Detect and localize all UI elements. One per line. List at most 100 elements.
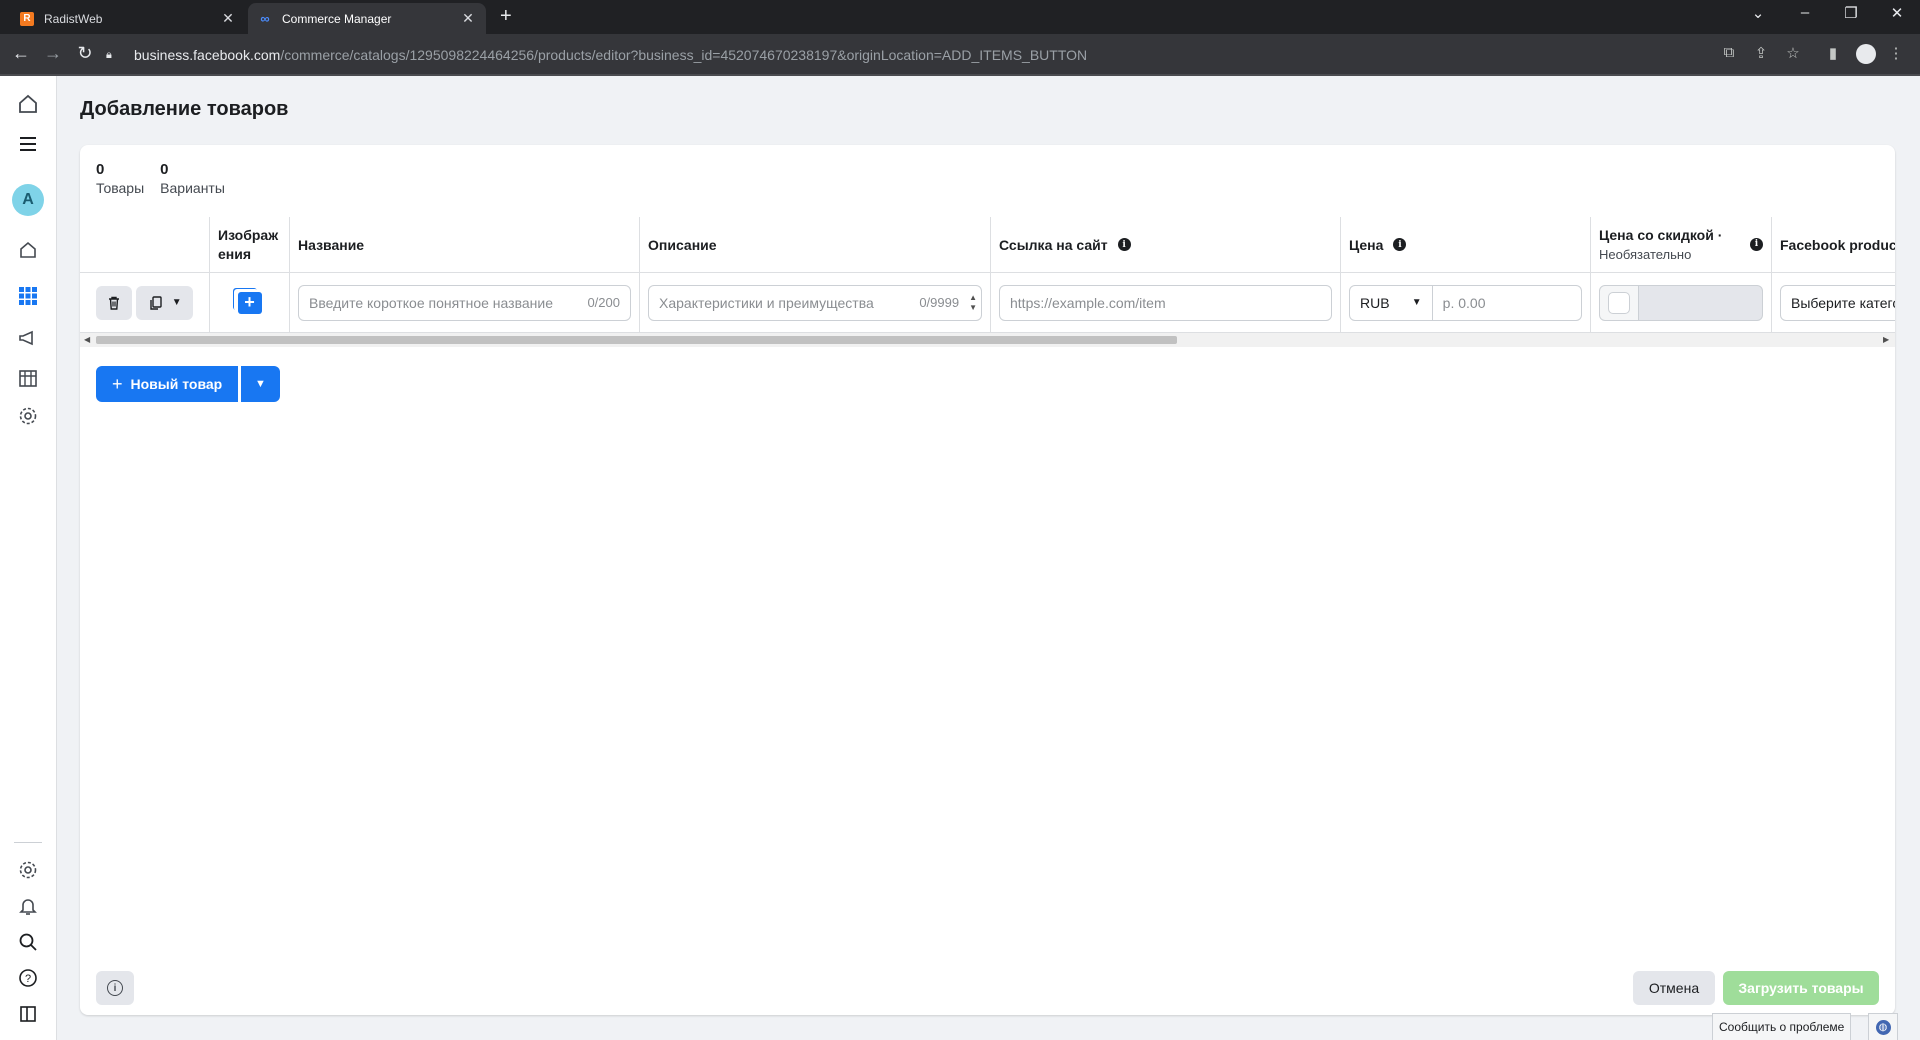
horizontal-scrollbar[interactable]: ◀ ▶ [80,333,1895,347]
radistweb-icon: R [20,11,34,26]
header-actions [80,217,210,273]
cancel-button[interactable]: Отмена [1633,971,1715,1005]
items-stat: 0 Товары [96,161,144,196]
new-item-button[interactable]: + Новый товар [96,366,239,402]
header-description: Описание [640,217,991,273]
new-tab-button[interactable]: + [500,5,512,28]
currency-select[interactable]: RUB ▼ [1349,284,1433,321]
lock-icon[interactable]: 🔒︎ [106,49,124,62]
row-link: https://example.com/item [991,273,1341,333]
new-item-label: Новый товар [130,376,223,392]
price-placeholder: р. 0.00 [1442,294,1486,311]
textarea-scroll-arrows-icon[interactable]: ▲ ▼ [969,293,977,313]
price-input[interactable]: р. 0.00 [1432,284,1582,321]
translate-icon[interactable]: ⧉ [1719,44,1739,61]
tab-search-icon[interactable]: ⌄ [1748,4,1768,22]
search-icon[interactable] [14,928,42,956]
header-link-label: Ссылка на сайт [999,236,1108,253]
products-table: Изображ ения Название Описание Ссылка на … [80,217,1895,333]
row-description: Характеристики и преимущества 0/9999 ▲ ▼ [640,273,991,333]
link-placeholder: https://example.com/item [1010,294,1166,311]
browser-tabbar: R RadistWeb ✕ ∞ Commerce Manager ✕ + ⌄ –… [0,0,1920,34]
currency-value: RUB [1360,294,1390,311]
close-icon[interactable]: ✕ [460,10,476,27]
link-input[interactable]: https://example.com/item [999,284,1332,321]
chevron-down-icon: ▼ [255,378,266,390]
new-item-dropdown-button[interactable]: ▼ [241,366,280,402]
settings-icon[interactable] [14,856,42,884]
trash-icon [109,296,120,310]
category-placeholder: Выберите катего [1791,294,1895,311]
chevron-down-icon: ▼ [1411,297,1422,308]
share-icon[interactable]: ⇪ [1751,44,1771,62]
forward-icon[interactable]: → [42,43,64,64]
description-placeholder: Характеристики и преимущества [659,294,874,311]
minimize-icon[interactable]: – [1795,4,1815,21]
url-path: /commerce/catalogs/1295098224464256/prod… [280,47,1088,63]
variants-label: Варианты [160,180,225,196]
info-circle-icon: i [107,980,123,996]
sale-price-checkbox[interactable] [1607,291,1630,314]
row-actions: ▼ [80,273,210,333]
variants-count: 0 [160,161,169,178]
name-placeholder: Введите короткое понятное название [309,294,553,311]
scroll-left-icon[interactable]: ◀ [84,333,90,347]
upload-items-button[interactable]: Загрузить товары [1723,971,1879,1005]
header-category: Facebook product c [1772,217,1895,273]
add-image-icon[interactable]: + [237,291,262,314]
browser-toolbar: ← → ↻ 🔒︎ business.facebook.com/commerce/… [0,34,1920,76]
restore-icon[interactable]: ❐ [1841,4,1861,22]
meta-icon: ∞ [260,11,270,26]
delete-row-button[interactable] [96,285,133,320]
side-panel-icon[interactable]: ▮ [1823,44,1843,62]
report-problem-button[interactable]: Сообщить о проблеме [1712,1013,1852,1040]
catalog-grid-icon[interactable] [14,282,42,310]
svg-text:?: ? [25,973,31,985]
window-close-icon[interactable]: ✕ [1887,4,1907,22]
bookmark-star-icon[interactable]: ☆ [1783,44,1803,62]
collapse-panel-icon[interactable] [14,1000,42,1028]
sale-price-input[interactable] [1638,284,1763,321]
description-textarea[interactable]: Характеристики и преимущества 0/9999 ▲ ▼ [648,284,982,321]
info-icon[interactable]: i [1393,238,1407,251]
row-sale-price [1591,273,1772,333]
language-button[interactable]: ◍ [1868,1013,1898,1040]
reload-icon[interactable]: ↻ [74,43,96,64]
back-icon[interactable]: ← [10,43,32,64]
items-label: Товары [96,180,145,196]
account-avatar[interactable]: A [12,184,44,216]
category-select[interactable]: Выберите катего [1780,284,1895,321]
close-icon[interactable]: ✕ [220,10,236,27]
info-icon[interactable]: i [1750,238,1763,251]
help-icon[interactable]: ? [14,964,42,992]
row-image: + [210,273,290,333]
scroll-right-icon[interactable]: ▶ [1883,333,1889,347]
address-bar[interactable]: 🔒︎ business.facebook.com/commerce/catalo… [106,40,1706,70]
row-price: RUB ▼ р. 0.00 [1341,273,1591,333]
megaphone-icon[interactable] [14,324,42,352]
tab-commerce-manager[interactable]: ∞ Commerce Manager ✕ [248,3,486,34]
url-host: business.facebook.com [134,47,281,63]
shop-icon[interactable] [14,364,42,392]
header-name: Название [290,217,640,273]
notifications-bell-icon[interactable] [14,892,42,920]
scrollbar-thumb[interactable] [96,336,1177,344]
tab-title: RadistWeb [44,11,103,26]
description-char-count: 0/9999 [919,295,960,310]
plus-icon: + [112,373,123,394]
tab-radistweb[interactable]: R RadistWeb ✕ [10,3,246,34]
settings-gear-icon[interactable] [14,402,42,430]
hamburger-menu-icon[interactable] [14,130,42,158]
duplicate-row-button[interactable]: ▼ [136,285,193,320]
globe-icon: ◍ [1875,1019,1891,1035]
name-input[interactable]: Введите короткое понятное название 0/200 [298,284,631,321]
info-icon[interactable]: i [1117,238,1131,251]
profile-avatar[interactable] [1856,44,1876,64]
copy-icon [150,295,162,310]
header-sale-price: Цена со скидкой · Необязательно i [1591,217,1772,273]
items-count: 0 [96,161,105,178]
meta-home-icon[interactable] [14,90,42,118]
home-icon[interactable] [14,236,42,264]
info-button[interactable]: i [96,971,134,1005]
menu-kebab-icon[interactable]: ⋮ [1886,44,1906,62]
